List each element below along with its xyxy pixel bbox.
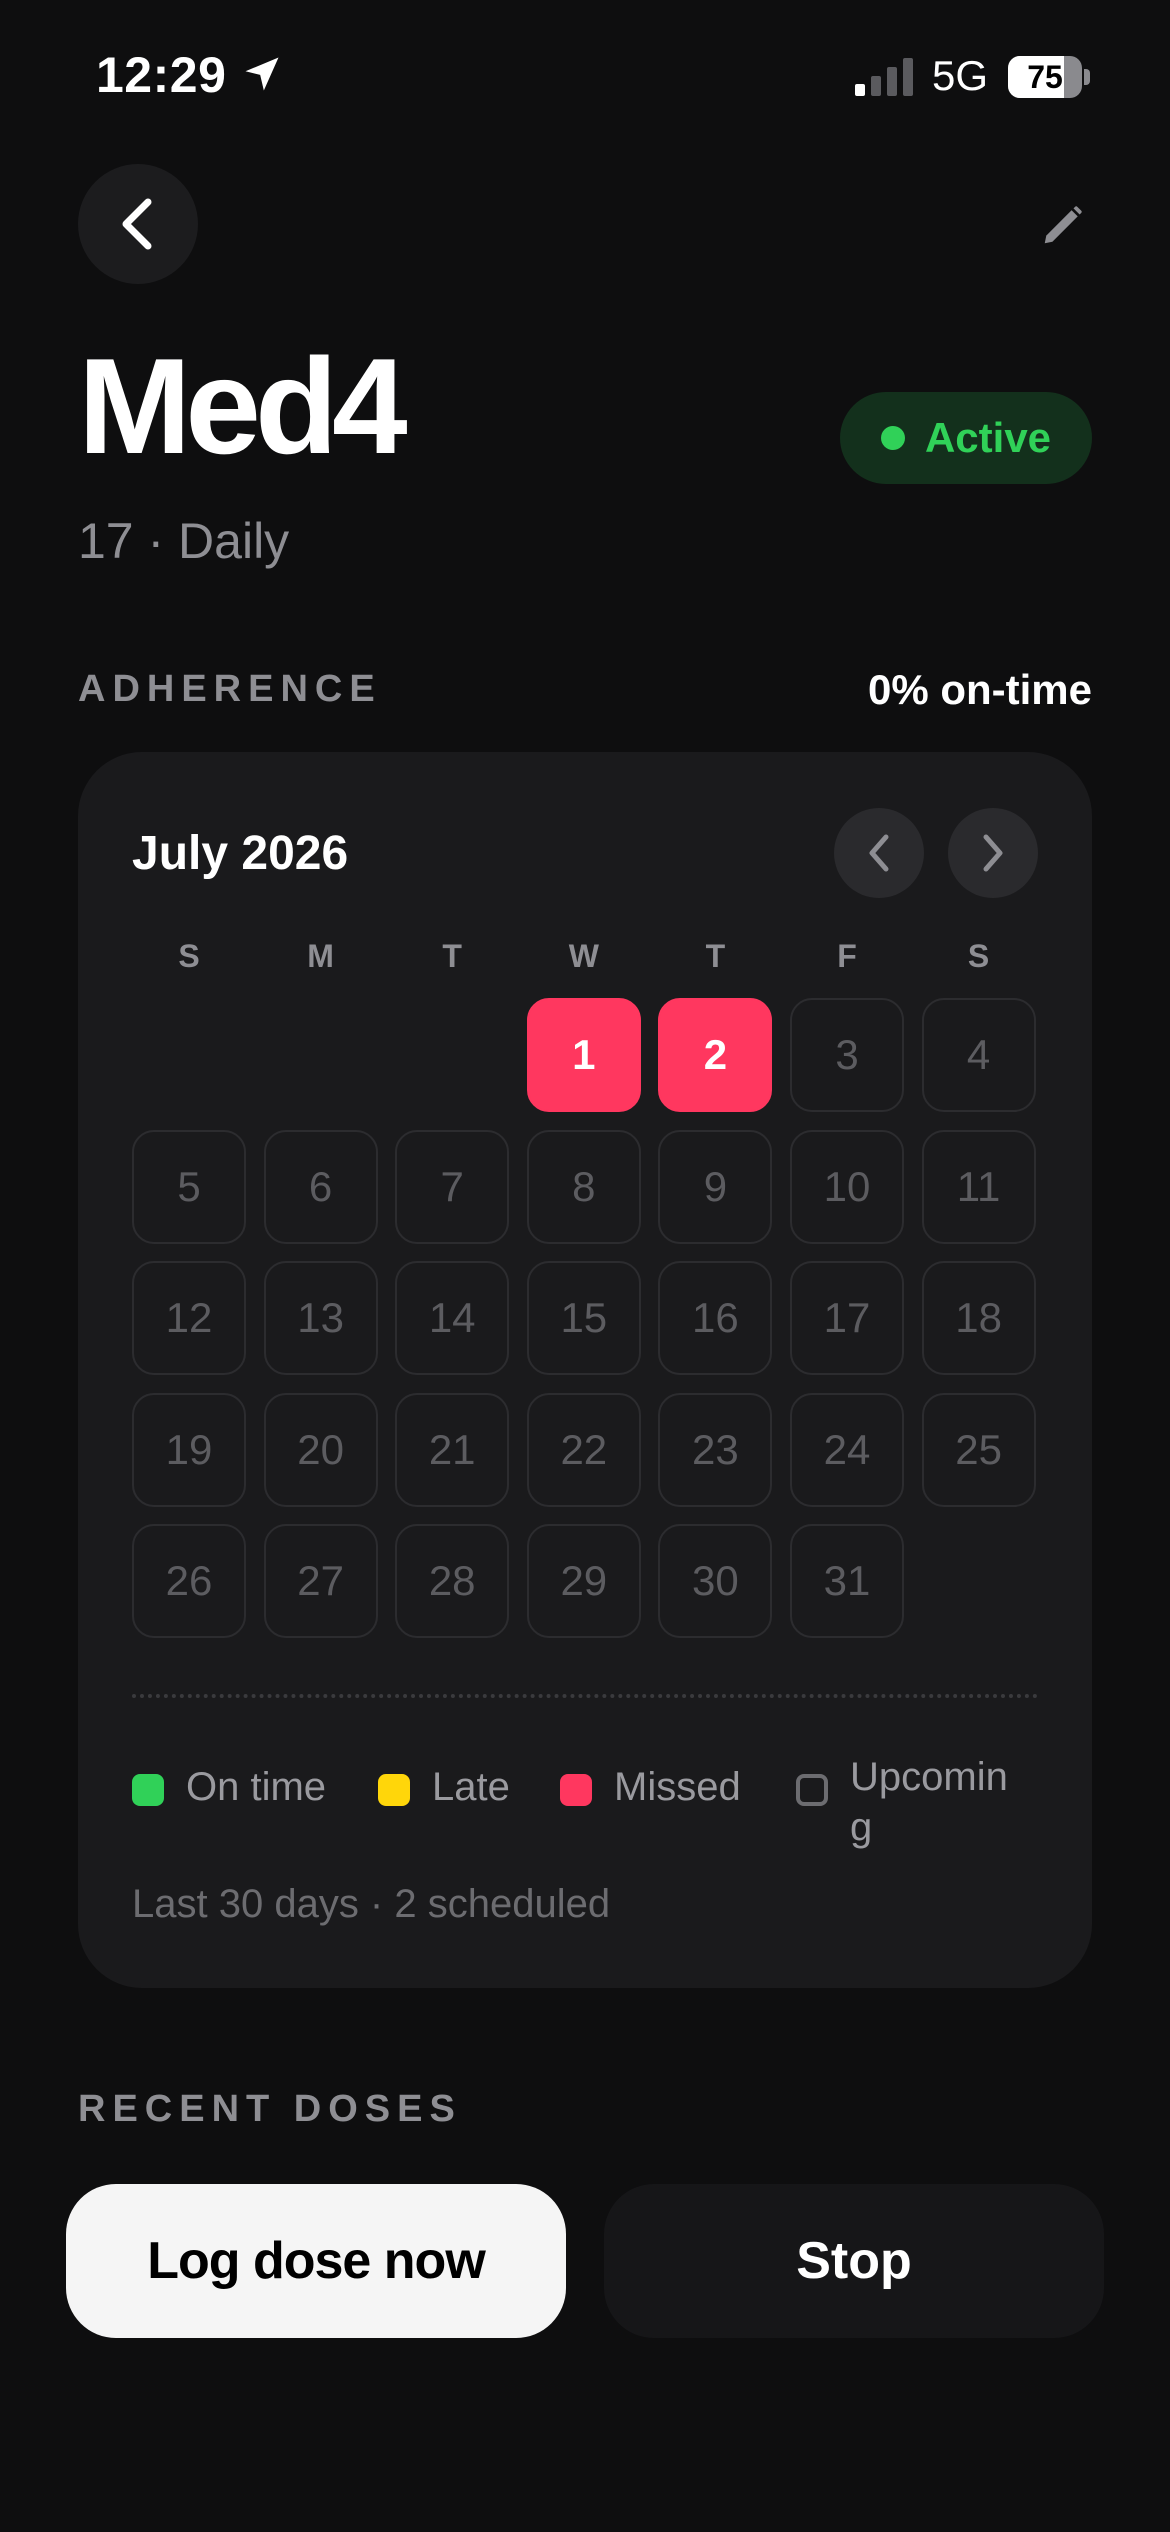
calendar-day[interactable]: 16 — [658, 1261, 773, 1376]
legend-swatch — [378, 1774, 410, 1806]
next-month-button[interactable] — [948, 808, 1038, 898]
calendar-day[interactable]: 30 — [658, 1524, 773, 1639]
weekday-label: S — [967, 938, 990, 974]
legend-label: Upcomin g — [850, 1755, 1008, 1849]
calendar-day[interactable]: 2 — [658, 998, 773, 1112]
calendar-day[interactable]: 29 — [526, 1524, 641, 1639]
calendar-month-label: July 2026 — [132, 827, 349, 880]
legend-item-on-time: On time — [132, 1752, 326, 1812]
weekday-label: T — [442, 938, 462, 974]
calendar-day[interactable]: 12 — [132, 1261, 246, 1376]
weekday-label: W — [568, 938, 599, 974]
calendar-day[interactable]: 9 — [658, 1129, 773, 1244]
calendar-day[interactable]: 13 — [263, 1261, 378, 1376]
weekday-label: F — [837, 938, 857, 974]
chevron-right-icon — [983, 834, 1003, 872]
calendar-footnote: Last 30 days · 2 scheduled — [132, 1882, 611, 1926]
divider — [132, 1694, 1038, 1698]
calendar-day[interactable]: 23 — [658, 1392, 773, 1507]
calendar-day[interactable]: 7 — [395, 1129, 510, 1244]
calendar-day[interactable]: 14 — [395, 1261, 510, 1376]
weekday-label: T — [705, 938, 726, 974]
legend-label: On time — [186, 1765, 327, 1809]
medication-detail-screen: 12:29 5G 75 Med4 17 · Daily Active ADHER… — [0, 0, 1170, 2532]
pencil-icon — [1044, 206, 1082, 244]
calendar-day[interactable]: 27 — [263, 1524, 378, 1639]
chevron-left-icon — [122, 198, 152, 250]
legend-swatch — [796, 1774, 828, 1806]
location-arrow-icon — [245, 57, 279, 91]
calendar-day[interactable]: 1 — [526, 998, 641, 1112]
status-label: Active — [924, 414, 1052, 461]
calendar-day[interactable]: 4 — [921, 998, 1036, 1112]
legend-label: Late — [432, 1765, 510, 1809]
calendar-day[interactable]: 26 — [132, 1524, 246, 1639]
calendar-day[interactable]: 8 — [526, 1129, 641, 1244]
medication-subtitle: 17 · Daily — [78, 513, 290, 569]
legend-swatch — [132, 1774, 164, 1806]
legend-item-late: Late — [378, 1752, 510, 1812]
calendar-day[interactable]: 18 — [921, 1261, 1036, 1376]
calendar-day[interactable]: 31 — [790, 1524, 904, 1639]
ontime-summary: 0% on-time — [867, 666, 1092, 713]
calendar-day[interactable]: 20 — [263, 1392, 378, 1507]
status-badge: Active — [840, 392, 1092, 484]
previous-month-button[interactable] — [834, 808, 924, 898]
calendar-day[interactable]: 15 — [526, 1261, 641, 1376]
log-dose-button[interactable]: Log dose now — [66, 2184, 566, 2338]
network-type: 5G — [932, 52, 989, 99]
stop-button[interactable]: Stop — [604, 2184, 1104, 2338]
calendar-day[interactable]: 21 — [395, 1392, 510, 1507]
calendar-day[interactable]: 3 — [790, 998, 904, 1112]
calendar-day[interactable]: 17 — [790, 1261, 904, 1376]
calendar-legend: On time Late Missed Upcomin g — [132, 1752, 1038, 1852]
status-dot — [880, 426, 905, 450]
legend-swatch — [560, 1774, 592, 1806]
calendar-day[interactable]: 6 — [263, 1129, 378, 1244]
calendar-day[interactable]: 28 — [395, 1524, 510, 1639]
calendar-day[interactable]: 22 — [526, 1392, 641, 1507]
weekday-header: SMTWTFS — [132, 938, 1038, 988]
edit-button[interactable] — [1030, 194, 1094, 258]
medication-title: Med4 — [78, 330, 408, 482]
battery-level: 75 — [1027, 59, 1063, 95]
calendar-day[interactable]: 25 — [921, 1392, 1036, 1507]
signal-icon — [855, 58, 913, 96]
calendar-day[interactable]: 10 — [790, 1129, 904, 1244]
calendar-day[interactable]: 11 — [921, 1129, 1036, 1244]
legend-item-upcoming: Upcomin g — [796, 1752, 1030, 1852]
calendar-day[interactable]: 5 — [132, 1129, 246, 1244]
recent-doses-section-label: RECENT DOSES — [78, 2088, 462, 2130]
status-bar: 12:29 5G 75 — [0, 0, 1170, 150]
adherence-calendar-card: July 2026 SMTWTFS 1 2 3 4 5 6 7 8 9 10 11 12 13 14 15 1… — [78, 752, 1092, 1988]
adherence-section-label: ADHERENCE — [78, 668, 382, 710]
calendar-day[interactable]: 24 — [790, 1392, 904, 1507]
legend-item-missed: Missed — [560, 1752, 741, 1812]
battery-icon: 75 — [1008, 56, 1090, 98]
weekday-label: S — [178, 938, 200, 974]
back-button[interactable] — [78, 164, 198, 284]
status-time: 12:29 — [96, 47, 227, 103]
chevron-left-icon — [869, 834, 889, 872]
calendar-day[interactable]: 19 — [132, 1392, 246, 1507]
weekday-label: M — [307, 938, 334, 974]
legend-label: Missed — [614, 1765, 741, 1809]
calendar-day-grid: 1 2 3 4 5 6 7 8 9 10 11 12 13 14 15 16 17 18 19 20 21 22 23 24 2… — [132, 998, 1038, 1658]
